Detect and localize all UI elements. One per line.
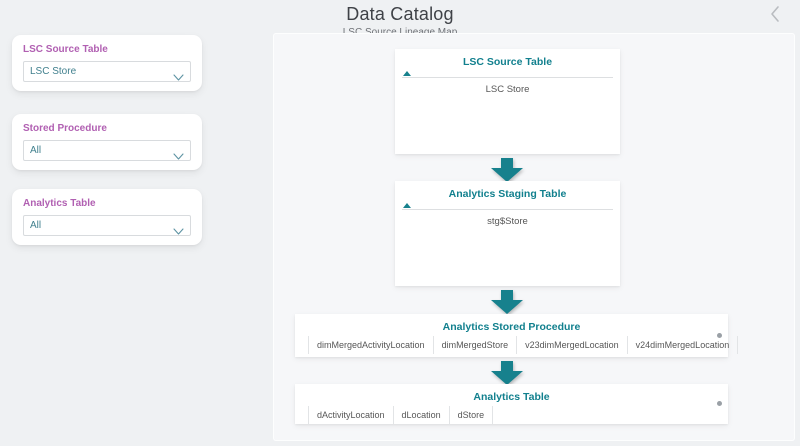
lsc-source-table-dropdown[interactable]: LSC Store [23, 61, 191, 82]
page-title: Data Catalog [0, 0, 800, 25]
chevron-down-icon [173, 68, 184, 75]
collapse-caret-icon[interactable] [403, 71, 411, 76]
chevron-left-icon[interactable] [768, 4, 782, 24]
node-item[interactable]: dStore [449, 406, 494, 424]
node-item[interactable]: v23dimMergedLocation [516, 336, 627, 354]
lineage-map-panel: LSC Source Table LSC Store Analytics Sta… [273, 33, 795, 441]
flow-arrow-down-icon [491, 158, 523, 182]
node-divider [402, 68, 613, 78]
filter-label: Analytics Table [23, 198, 191, 209]
chevron-down-icon [173, 147, 184, 154]
analytics-table-dropdown[interactable]: All [23, 215, 191, 236]
node-lsc-source-table: LSC Source Table LSC Store [395, 49, 620, 154]
filter-label: Stored Procedure [23, 123, 191, 134]
flow-arrow-down-icon [491, 290, 523, 314]
collapse-caret-icon[interactable] [403, 203, 411, 208]
node-divider [402, 200, 613, 210]
filter-label: LSC Source Table [23, 44, 191, 55]
node-item[interactable]: dimMergedStore [433, 336, 517, 354]
node-item[interactable]: v24dimMergedLocation [627, 336, 739, 354]
dropdown-selected-value: All [30, 220, 41, 231]
node-title: LSC Source Table [395, 49, 620, 68]
scrollbar-dot[interactable] [717, 333, 722, 338]
node-item[interactable]: dimMergedActivityLocation [308, 336, 433, 354]
dropdown-selected-value: All [30, 145, 41, 156]
stored-procedure-dropdown[interactable]: All [23, 140, 191, 161]
node-analytics-staging-table: Analytics Staging Table stg$Store [395, 181, 620, 286]
filter-card-lsc-source-table: LSC Source Table LSC Store [12, 35, 202, 91]
node-item[interactable]: LSC Store [395, 78, 620, 95]
node-item[interactable]: stg$Store [395, 210, 620, 227]
node-items-row: dimMergedActivityLocation dimMergedStore… [308, 336, 728, 354]
node-analytics-stored-procedure: Analytics Stored Procedure dimMergedActi… [295, 314, 728, 357]
node-items-row: dActivityLocation dLocation dStore [308, 406, 728, 424]
node-title: Analytics Table [295, 384, 728, 403]
node-item[interactable]: dLocation [393, 406, 449, 424]
dropdown-selected-value: LSC Store [30, 66, 76, 77]
scrollbar-dot[interactable] [717, 401, 722, 406]
chevron-down-icon [173, 222, 184, 229]
filter-card-stored-procedure: Stored Procedure All [12, 114, 202, 170]
filter-card-analytics-table: Analytics Table All [12, 189, 202, 245]
flow-arrow-down-icon [491, 361, 523, 385]
node-title: Analytics Stored Procedure [295, 314, 728, 333]
node-item[interactable]: dActivityLocation [308, 406, 393, 424]
node-analytics-table: Analytics Table dActivityLocation dLocat… [295, 384, 728, 424]
node-title: Analytics Staging Table [395, 181, 620, 200]
